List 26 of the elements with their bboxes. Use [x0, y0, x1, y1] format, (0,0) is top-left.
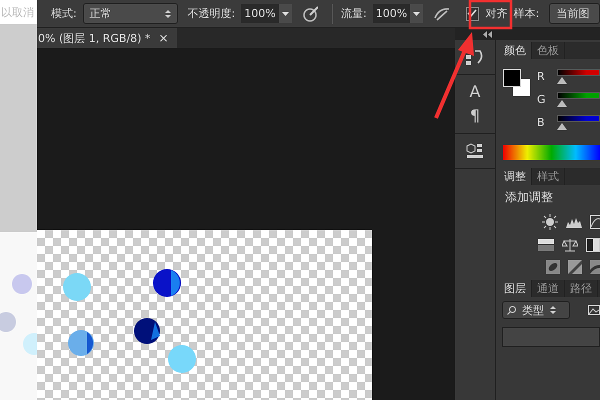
panel-tab[interactable]: 路径 [565, 280, 598, 297]
flow-field[interactable]: 100% [372, 4, 410, 23]
background-text: 以取消 [1, 4, 34, 20]
opacity-field[interactable]: 100% [241, 4, 279, 23]
panel-tab[interactable]: 颜色 [499, 42, 532, 59]
close-button[interactable]: × [158, 31, 168, 45]
sample-label: 样本: [514, 6, 540, 21]
document-tab[interactable]: 0% (图层 1, RGB/8) * × [37, 28, 176, 48]
character-panel-icon[interactable]: A [470, 83, 480, 101]
flow-label: 流量: [341, 6, 367, 21]
panel-title: 添加调整 [505, 189, 554, 206]
panel-tab[interactable]: 色板 [532, 42, 565, 59]
channel-label: G [537, 93, 547, 106]
channel-label: R [537, 70, 546, 83]
channel-label: B [537, 116, 546, 129]
panel-tab[interactable]: 调整 [499, 168, 532, 185]
mode-dropdown[interactable]: 正常 [82, 3, 178, 24]
paragraph-panel-icon[interactable]: ¶ [470, 107, 480, 125]
align-label: 对齐 [486, 6, 508, 21]
panel-tab[interactable]: 样式 [532, 168, 565, 185]
mode-label: 模式: [51, 6, 77, 21]
panel-tab[interactable]: 通道 [532, 280, 565, 297]
sample-dropdown[interactable]: 当前图 [549, 3, 600, 24]
panel-tab[interactable]: 图层 [499, 280, 532, 297]
opacity-label: 不透明度: [188, 6, 236, 21]
layer-filter-dropdown[interactable]: 类型 [502, 301, 570, 319]
